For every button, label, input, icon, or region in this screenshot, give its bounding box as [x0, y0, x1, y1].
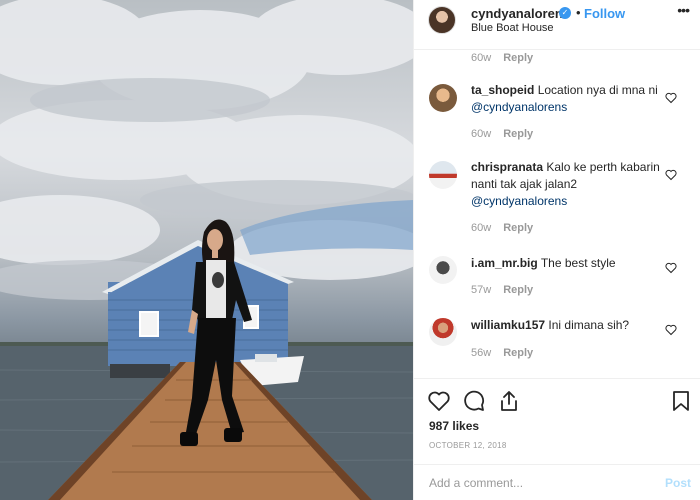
comment-body: williamku157 Ini dimana sih?: [471, 317, 661, 334]
header-separator: •: [576, 5, 581, 20]
post-date: OCTOBER 12, 2018: [429, 441, 507, 450]
heart-icon[interactable]: [427, 389, 451, 413]
share-icon[interactable]: [497, 389, 521, 413]
comment-body: chrispranata Kalo ke perth kabarin nanti…: [471, 159, 661, 210]
bookmark-icon[interactable]: [669, 389, 693, 413]
comment-text: Ini dimana sih?: [548, 318, 630, 332]
comments-list[interactable]: 60w Reply ta_shopeid Location nya di mna …: [414, 50, 700, 378]
post-header: cyndyanalorens ✓ • Follow Blue Boat Hous…: [414, 0, 700, 50]
commenter-avatar[interactable]: [429, 318, 457, 346]
comment-age: 60w: [471, 222, 492, 234]
post-details-panel: cyndyanalorens ✓ • Follow Blue Boat Hous…: [413, 0, 700, 500]
comment-age: 56w: [471, 347, 492, 359]
comment-input[interactable]: [429, 476, 649, 490]
photo-scene: [0, 0, 413, 500]
comment-icon[interactable]: [462, 389, 486, 413]
post-location[interactable]: Blue Boat House: [471, 22, 554, 34]
comment-meta: 60w Reply: [471, 128, 533, 140]
commenter-username[interactable]: ta_shopeid: [471, 83, 534, 97]
add-comment-bar: Post: [414, 464, 700, 500]
commenter-avatar[interactable]: [429, 161, 457, 189]
comment-age: 60w: [471, 128, 492, 140]
commenter-avatar[interactable]: [429, 256, 457, 284]
author-username[interactable]: cyndyanalorens: [471, 6, 570, 21]
comment-meta: 57w Reply: [471, 284, 533, 296]
comment-mention[interactable]: @cyndyanalorens: [471, 100, 567, 114]
commenter-username[interactable]: chrispranata: [471, 160, 543, 174]
post-actions: 987 likes OCTOBER 12, 2018: [414, 378, 700, 454]
verified-badge-icon: ✓: [559, 7, 571, 19]
reply-button[interactable]: Reply: [503, 222, 533, 234]
reply-button[interactable]: Reply: [503, 52, 533, 64]
commenter-username[interactable]: i.am_mr.big: [471, 256, 538, 270]
comment-text: Location nya di mna ni: [537, 83, 658, 97]
reply-button[interactable]: Reply: [503, 347, 533, 359]
post-comment-button[interactable]: Post: [665, 476, 691, 490]
reply-button[interactable]: Reply: [503, 284, 533, 296]
comment-body: i.am_mr.big The best style: [471, 255, 661, 272]
comment-mention[interactable]: @cyndyanalorens: [471, 194, 567, 208]
like-comment-heart-icon[interactable]: [665, 169, 677, 181]
like-comment-heart-icon[interactable]: [665, 92, 677, 104]
like-comment-heart-icon[interactable]: [665, 324, 677, 336]
author-avatar[interactable]: [428, 6, 456, 34]
like-comment-heart-icon[interactable]: [665, 262, 677, 274]
comment-age: 60w: [471, 52, 492, 64]
comment-meta: 60w Reply: [471, 52, 533, 64]
commenter-avatar[interactable]: [429, 84, 457, 112]
reply-button[interactable]: Reply: [503, 128, 533, 140]
comment-age: 57w: [471, 284, 492, 296]
comment-body: ta_shopeid Location nya di mna ni @cyndy…: [471, 82, 661, 116]
comment-text: The best style: [540, 256, 616, 270]
post-photo[interactable]: [0, 0, 413, 500]
comment-meta: 60w Reply: [471, 222, 533, 234]
follow-button[interactable]: Follow: [584, 6, 625, 21]
more-options-icon[interactable]: •••: [677, 2, 690, 18]
commenter-username[interactable]: williamku157: [471, 318, 545, 332]
comment-meta: 56w Reply: [471, 347, 533, 359]
likes-count[interactable]: 987 likes: [429, 419, 479, 433]
